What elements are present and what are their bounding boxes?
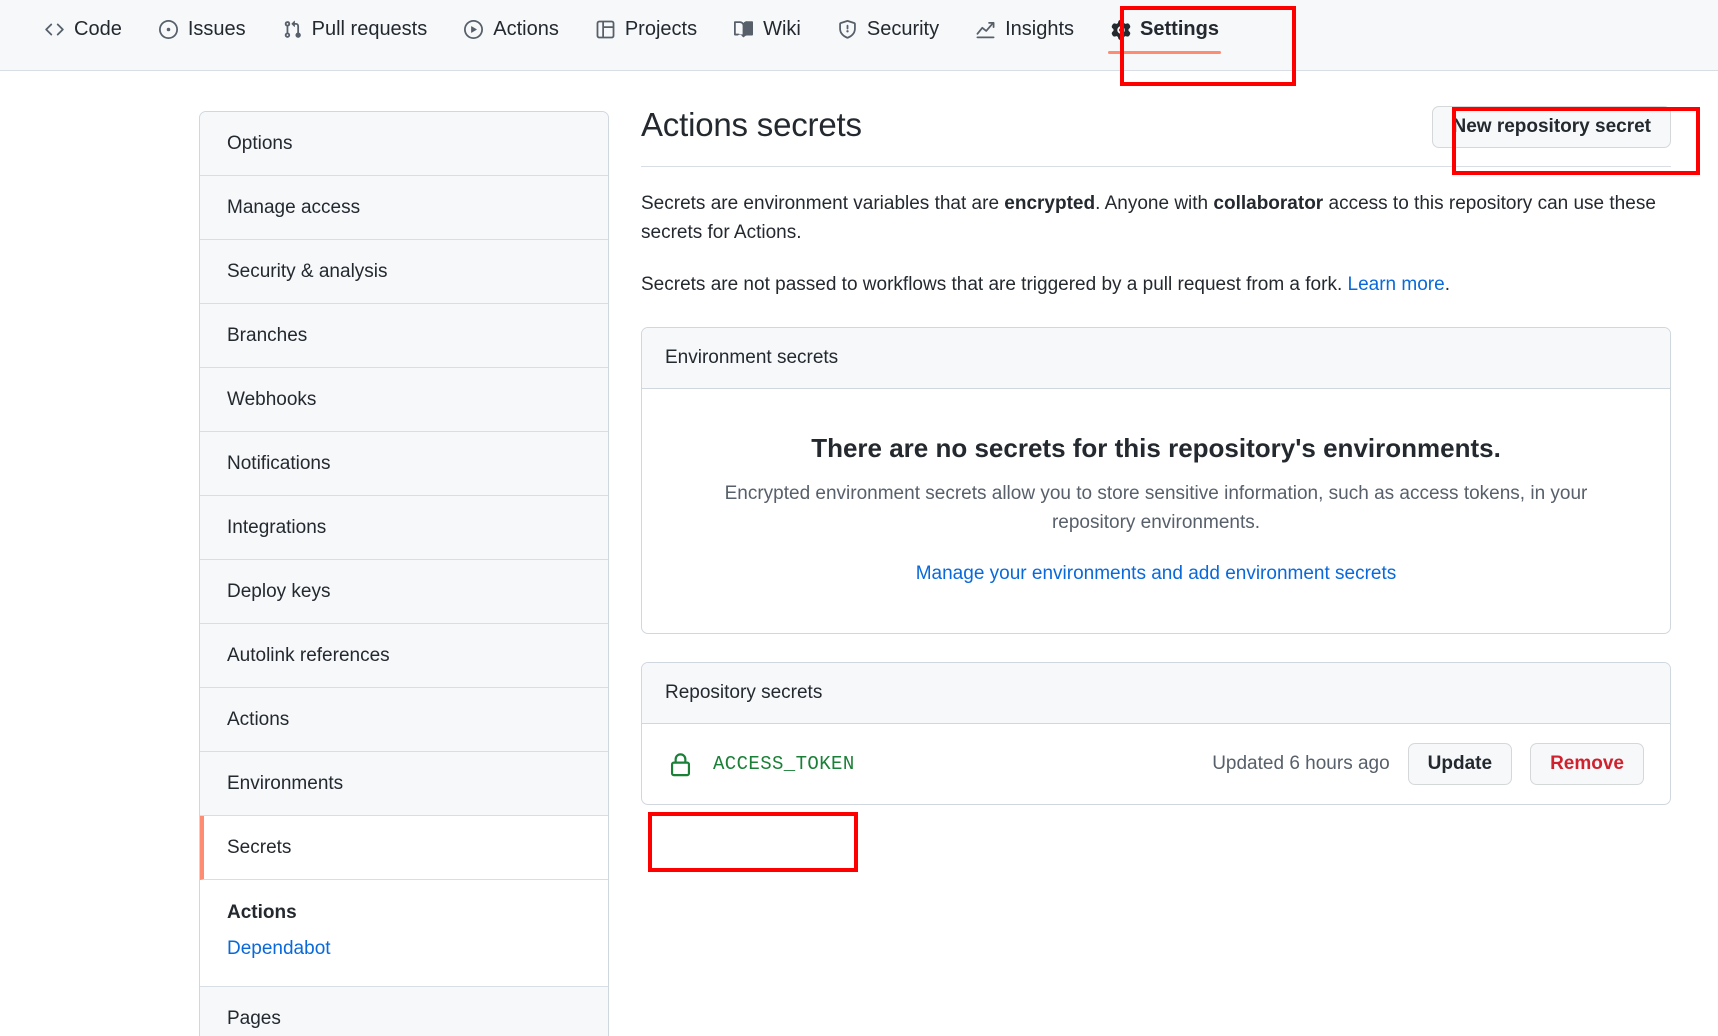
sidebar-item-autolink-references[interactable]: Autolink references: [200, 624, 608, 688]
nav-tab-insights-label: Insights: [1005, 18, 1075, 40]
sidebar-item-notifications[interactable]: Notifications: [200, 432, 608, 496]
nav-tab-pull-requests-label: Pull requests: [311, 18, 428, 40]
sidebar-item-label: Integrations: [227, 516, 327, 538]
sidebar-item-deploy-keys[interactable]: Deploy keys: [200, 560, 608, 624]
main-content: Actions secrets New repository secret Se…: [641, 106, 1671, 806]
github-settings-page: Code Issues Pull requests Actions Projec: [0, 0, 1718, 1036]
fork-note-paragraph: Secrets are not passed to workflows that…: [641, 270, 1671, 299]
project-icon: [595, 19, 616, 40]
nav-tab-actions-label: Actions: [493, 18, 559, 40]
secret-name: ACCESS_TOKEN: [713, 753, 855, 776]
nav-tab-issues[interactable]: Issues: [140, 16, 264, 63]
nav-tab-code[interactable]: Code: [26, 16, 140, 63]
play-icon: [463, 19, 484, 40]
gear-icon: [1110, 19, 1131, 40]
nav-tab-insights[interactable]: Insights: [957, 16, 1092, 63]
nav-tab-settings-label: Settings: [1140, 18, 1219, 40]
sidebar-item-integrations[interactable]: Integrations: [200, 496, 608, 560]
sidebar-item-label: Security & analysis: [227, 260, 388, 282]
repository-secrets-header: Repository secrets: [642, 663, 1670, 725]
settings-sidebar: Options Manage access Security & analysi…: [199, 111, 609, 1036]
repository-nav: Code Issues Pull requests Actions Projec: [0, 0, 1718, 71]
page-title: Actions secrets: [641, 106, 862, 143]
sidebar-item-manage-access[interactable]: Manage access: [200, 176, 608, 240]
fork-note-text: Secrets are not passed to workflows that…: [641, 273, 1348, 295]
sidebar-item-security-analysis[interactable]: Security & analysis: [200, 240, 608, 304]
sidebar-item-options[interactable]: Options: [200, 112, 608, 176]
sidebar-item-branches[interactable]: Branches: [200, 304, 608, 368]
nav-tab-security-label: Security: [866, 18, 940, 40]
secret-actions: Updated 6 hours ago Update Remove: [1212, 743, 1644, 786]
sidebar-item-pages[interactable]: Pages: [200, 987, 608, 1036]
sidebar-item-secrets[interactable]: Secrets: [200, 816, 608, 880]
sidebar-item-label: Branches: [227, 324, 308, 346]
nav-tab-code-label: Code: [74, 18, 122, 40]
update-secret-button[interactable]: Update: [1407, 743, 1513, 786]
issue-opened-icon: [158, 19, 179, 40]
nav-tab-issues-label: Issues: [187, 18, 246, 40]
environment-empty-description: Encrypted environment secrets allow you …: [724, 483, 1588, 533]
sidebar-item-label: Webhooks: [227, 388, 317, 410]
book-icon: [733, 19, 754, 40]
git-pull-request-icon: [282, 19, 303, 40]
fork-note-suffix: .: [1444, 273, 1450, 295]
nav-tab-wiki-label: Wiki: [763, 18, 801, 40]
desc-part-2: . Anyone with: [1095, 193, 1214, 214]
code-icon: [44, 19, 65, 40]
shield-icon: [837, 19, 858, 40]
nav-tab-actions[interactable]: Actions: [445, 16, 577, 63]
sidebar-item-label: Autolink references: [227, 644, 390, 666]
page-header: Actions secrets New repository secret: [641, 106, 1671, 167]
nav-tab-projects-label: Projects: [624, 18, 698, 40]
sidebar-item-label: Environments: [227, 772, 344, 794]
graph-icon: [975, 19, 996, 40]
remove-secret-button[interactable]: Remove: [1530, 743, 1644, 786]
sidebar-item-webhooks[interactable]: Webhooks: [200, 368, 608, 432]
sidebar-subgroup-title: Actions: [227, 902, 297, 923]
repository-secrets-panel: Repository secrets ACCESS_TOKEN Updated …: [641, 662, 1671, 806]
sidebar-item-label: Notifications: [227, 452, 331, 474]
nav-tab-security[interactable]: Security: [819, 16, 957, 63]
environment-empty-title: There are no secrets for this repository…: [811, 433, 1501, 464]
nav-tab-projects[interactable]: Projects: [577, 16, 715, 63]
sidebar-item-label: Pages: [227, 1008, 281, 1029]
manage-environments-link[interactable]: Manage your environments and add environ…: [682, 563, 1630, 585]
lock-icon: [668, 752, 693, 777]
sidebar-item-label: Options: [227, 132, 293, 154]
desc-part-1: Secrets are environment variables that a…: [641, 193, 1005, 214]
sidebar-item-dependabot[interactable]: Dependabot: [227, 938, 581, 960]
new-repository-secret-button[interactable]: New repository secret: [1432, 106, 1671, 148]
sidebar-item-label: Secrets: [227, 836, 292, 858]
nav-tab-pull-requests[interactable]: Pull requests: [264, 16, 446, 63]
nav-tab-settings[interactable]: Settings: [1092, 16, 1237, 63]
environment-secrets-panel: Environment secrets There are no secrets…: [641, 327, 1671, 635]
secret-updated-timestamp: Updated 6 hours ago: [1212, 753, 1390, 775]
desc-bold-collaborator: collaborator: [1213, 193, 1324, 214]
secret-identity[interactable]: ACCESS_TOKEN: [668, 752, 855, 777]
sidebar-item-environments[interactable]: Environments: [200, 752, 608, 816]
desc-bold-encrypted: encrypted: [1004, 193, 1096, 214]
sidebar-item-label: Manage access: [227, 196, 361, 218]
sidebar-item-label: Actions: [227, 708, 290, 730]
secret-list-item: ACCESS_TOKEN Updated 6 hours ago Update …: [642, 724, 1670, 804]
environment-secrets-empty-state: There are no secrets for this repository…: [642, 389, 1670, 633]
environment-secrets-header: Environment secrets: [642, 328, 1670, 390]
sidebar-item-label: Deploy keys: [227, 580, 331, 602]
sidebar-item-actions[interactable]: Actions: [200, 688, 608, 752]
nav-tab-wiki[interactable]: Wiki: [715, 16, 819, 63]
learn-more-link[interactable]: Learn more: [1348, 274, 1445, 295]
secrets-description-paragraph: Secrets are environment variables that a…: [641, 189, 1671, 248]
annotation-box-access-token: [648, 812, 858, 872]
sidebar-secrets-subgroup: Actions Dependabot: [200, 880, 608, 987]
